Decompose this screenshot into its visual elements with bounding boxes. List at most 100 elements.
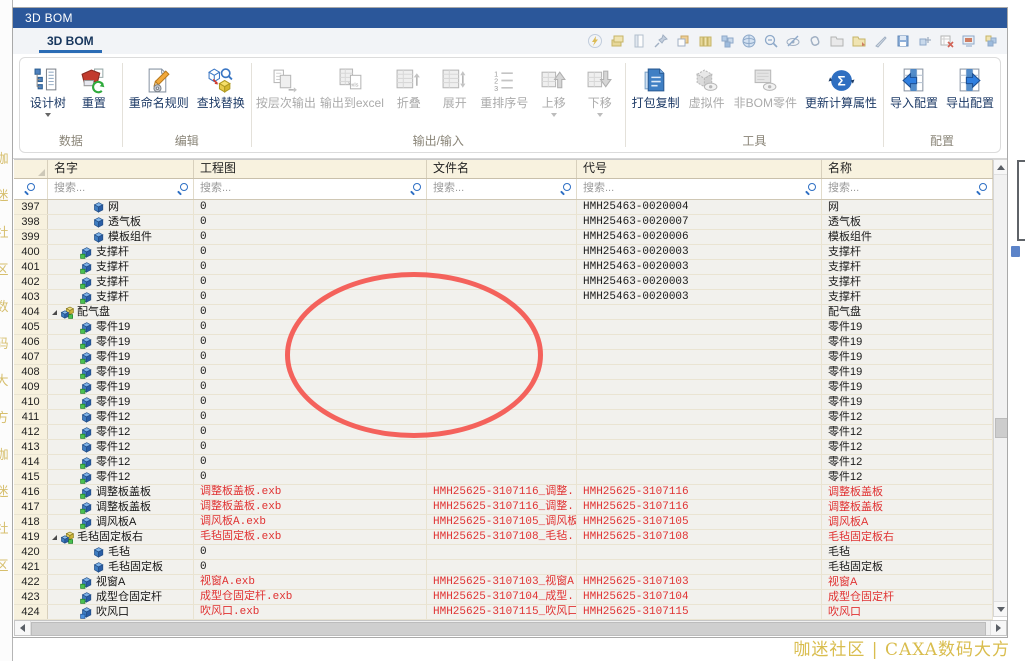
table-row[interactable]: 418 调风板A 调风板A.exb HMH25625-3107105_调风板A …: [14, 515, 993, 530]
flash-icon[interactable]: [587, 33, 603, 49]
search-input-name[interactable]: 搜索...: [48, 179, 194, 199]
search-corner-cell[interactable]: [14, 179, 48, 199]
reset-button[interactable]: 重置: [71, 63, 117, 110]
cell-code: HMH25463-0020003: [577, 260, 822, 274]
table-row[interactable]: 397 网 0 HMH25463-0020004 网: [14, 200, 993, 215]
part-name: 零件19: [96, 350, 130, 364]
cell-name: 零件19: [48, 380, 194, 394]
copy-icon[interactable]: [675, 33, 691, 49]
export-view-icon[interactable]: [961, 33, 977, 49]
vertical-scrollbar[interactable]: [993, 159, 1008, 617]
table-row[interactable]: 423 成型仓固定杆 成型仓固定杆.exb HMH25625-3107104_成…: [14, 590, 993, 605]
part-icon: [80, 606, 93, 619]
cell-name: 零件12: [48, 455, 194, 469]
table-row[interactable]: 399 模板组件 0 HMH25463-0020006 模板组件: [14, 230, 993, 245]
horizontal-scrollbar[interactable]: [14, 620, 1007, 636]
arrow-up-icon: [997, 165, 1005, 170]
search-placeholder: 搜索...: [54, 182, 85, 194]
export-config-button[interactable]: 导出配置: [942, 63, 998, 110]
table-row[interactable]: 401 支撑杆 0 HMH25463-0020003 支撑杆: [14, 260, 993, 275]
delete-table-icon[interactable]: [939, 33, 955, 49]
table-row[interactable]: 415 零件12 0 零件12: [14, 470, 993, 485]
table-row[interactable]: 414 零件12 0 零件12: [14, 455, 993, 470]
zoom-out-icon[interactable]: [763, 33, 779, 49]
scroll-up-button[interactable]: [994, 160, 1007, 175]
table-row[interactable]: 410 零件19 0 零件19: [14, 395, 993, 410]
table-row[interactable]: 419 毛毡固定板右 毛毡固定板.exb HMH25625-3107108_毛毡…: [14, 530, 993, 545]
import-config-button[interactable]: 导入配置: [886, 63, 942, 110]
link-icon[interactable]: [807, 33, 823, 49]
knife-icon[interactable]: [873, 33, 889, 49]
column-header-title[interactable]: 名称: [822, 160, 993, 178]
pack-copy-button[interactable]: 打包复制: [628, 63, 684, 110]
tab-3d-bom[interactable]: 3D BOM: [41, 31, 100, 51]
sphere-icon[interactable]: [741, 33, 757, 49]
table-row[interactable]: 400 支撑杆 0 HMH25463-0020003 支撑杆: [14, 245, 993, 260]
rename-rule-button[interactable]: 重命名规则: [125, 63, 193, 110]
table-row[interactable]: 403 支撑杆 0 HMH25463-0020003 支撑杆: [14, 290, 993, 305]
table-row[interactable]: 413 零件12 0 零件12: [14, 440, 993, 455]
table-row[interactable]: 421 毛毡固定板 0 毛毡固定板: [14, 560, 993, 575]
part-icon: [80, 441, 93, 454]
scroll-down-button[interactable]: [994, 601, 1007, 616]
search-input-title[interactable]: 搜索...: [822, 179, 993, 199]
table-row[interactable]: 417 调整板盖板 调整板盖板.exb HMH25625-3107116_调整.…: [14, 500, 993, 515]
column-header-filename[interactable]: 文件名: [427, 160, 577, 178]
scroll-right-button[interactable]: [990, 621, 1006, 635]
part-name: 零件12: [96, 470, 130, 484]
hide-icon[interactable]: [785, 33, 801, 49]
cell-name: 网: [48, 200, 194, 214]
table-row[interactable]: 412 零件12 0 零件12: [14, 425, 993, 440]
cell-title: 零件19: [822, 350, 993, 364]
row-number: 412: [14, 425, 48, 439]
horizontal-scroll-thumb[interactable]: [31, 622, 986, 636]
table-row[interactable]: 420 毛毡 0 毛毡: [14, 545, 993, 560]
update-calc-button[interactable]: Σ 更新计算属性: [801, 63, 881, 110]
search-input-drawing[interactable]: 搜索...: [194, 179, 427, 199]
button-label: 更新计算属性: [805, 96, 877, 110]
add-part-icon[interactable]: [917, 33, 933, 49]
table-row[interactable]: 398 透气板 0 HMH25463-0020007 透气板: [14, 215, 993, 230]
table-row[interactable]: 409 零件19 0 零件19: [14, 380, 993, 395]
parts-group-icon[interactable]: [719, 33, 735, 49]
open-folder-icon[interactable]: [851, 33, 867, 49]
table-row[interactable]: 416 调整板盖板 调整板盖板.exb HMH25625-3107116_调整.…: [14, 485, 993, 500]
scroll-left-button[interactable]: [15, 621, 31, 635]
columns-icon[interactable]: [697, 33, 713, 49]
page-icon[interactable]: [631, 33, 647, 49]
table-row[interactable]: 404 配气盘 0 配气盘: [14, 305, 993, 320]
table-row[interactable]: 402 支撑杆 0 HMH25463-0020003 支撑杆: [14, 275, 993, 290]
assembly-icon[interactable]: [983, 33, 999, 49]
table-row[interactable]: 422 视窗A 视窗A.exb HMH25625-3107103_视窗A HMH…: [14, 575, 993, 590]
table-row[interactable]: 411 零件12 0 零件12: [14, 410, 993, 425]
find-replace-button[interactable]: 查找替换: [193, 63, 249, 110]
part-name: 支撑杆: [96, 275, 129, 289]
pin-icon[interactable]: [653, 33, 669, 49]
button-label: 折叠: [397, 96, 421, 110]
save-icon[interactable]: [895, 33, 911, 49]
cell-filename: [427, 245, 577, 259]
cell-filename: [427, 545, 577, 559]
watermark-glyph: 码: [0, 333, 10, 370]
column-header-name[interactable]: 名字: [48, 160, 194, 178]
expand-icon[interactable]: [52, 310, 57, 315]
table-row[interactable]: 424 吹风口 吹风口.exb HMH25625-3107115_吹风口 HMH…: [14, 605, 993, 620]
search-input-filename[interactable]: 搜索...: [427, 179, 577, 199]
folder-icon[interactable]: [829, 33, 845, 49]
vertical-scroll-thumb[interactable]: [995, 418, 1008, 438]
part-name: 支撑杆: [96, 245, 129, 259]
part-icon: [80, 516, 93, 529]
expand-icon[interactable]: [52, 535, 57, 540]
search-input-code[interactable]: 搜索...: [577, 179, 822, 199]
parts-stack-icon[interactable]: [609, 33, 625, 49]
design-tree-button[interactable]: 设计树: [25, 63, 71, 117]
table-row[interactable]: 407 零件19 0 零件19: [14, 350, 993, 365]
column-header-code[interactable]: 代号: [577, 160, 822, 178]
table-row[interactable]: 405 零件19 0 零件19: [14, 320, 993, 335]
header-corner-cell[interactable]: [14, 160, 48, 178]
table-row[interactable]: 408 零件19 0 零件19: [14, 365, 993, 380]
table-row[interactable]: 406 零件19 0 零件19: [14, 335, 993, 350]
part-icon: [80, 336, 93, 349]
column-header-drawing[interactable]: 工程图: [194, 160, 427, 178]
cell-drawing: 0: [194, 305, 427, 319]
